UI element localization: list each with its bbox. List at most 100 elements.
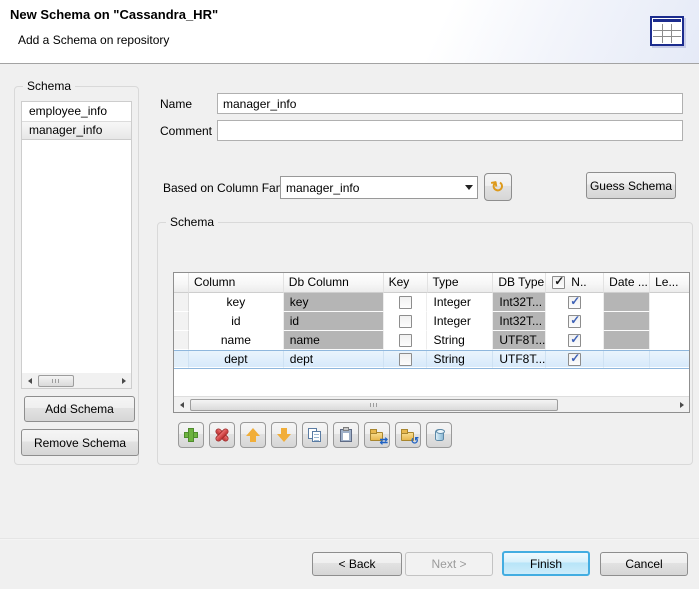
cell-date[interactable] <box>604 351 650 368</box>
table-hscrollbar[interactable] <box>174 396 689 412</box>
new-schema-wizard-dialog: New Schema on "Cassandra_HR" Add a Schem… <box>0 0 699 589</box>
name-label: Name <box>160 97 192 111</box>
key-checkbox[interactable] <box>399 296 412 309</box>
scroll-right-icon[interactable] <box>674 397 689 412</box>
retrieve-schema-button[interactable] <box>426 422 452 448</box>
export-schema-button[interactable]: ⇄ <box>364 422 390 448</box>
key-checkbox[interactable] <box>399 334 412 347</box>
cell-date[interactable] <box>604 293 650 312</box>
delete-row-button[interactable] <box>209 422 235 448</box>
comment-label: Comment <box>160 124 212 138</box>
cancel-button[interactable]: Cancel <box>600 552 688 576</box>
schema-listbox[interactable]: employee_info manager_info <box>21 101 132 389</box>
column-header-column[interactable]: Column <box>189 273 284 293</box>
remove-schema-button[interactable]: Remove Schema <box>21 429 139 456</box>
finish-button[interactable]: Finish <box>502 551 590 576</box>
cell-db-type[interactable]: UTF8T... <box>493 331 546 350</box>
cell-db-column[interactable]: id <box>284 312 384 331</box>
cell-length[interactable] <box>650 351 689 368</box>
column-header-length[interactable]: Le... <box>650 273 689 293</box>
schema-list-hscrollbar[interactable] <box>22 373 131 388</box>
scrollbar-thumb[interactable] <box>190 399 558 411</box>
cell-db-column[interactable]: key <box>284 293 384 312</box>
row-selector[interactable] <box>174 331 189 350</box>
nullable-checkbox[interactable] <box>568 315 581 328</box>
column-header-key[interactable]: Key <box>384 273 428 293</box>
cell-type[interactable]: String <box>427 331 493 350</box>
nullable-checkbox[interactable] <box>568 334 581 347</box>
key-checkbox[interactable] <box>399 315 412 328</box>
column-family-dropdown[interactable]: manager_info <box>280 176 478 199</box>
cell-db-type[interactable]: Int32T... <box>493 293 546 312</box>
schema-list-group-label: Schema <box>23 79 75 93</box>
cell-column[interactable]: id <box>189 312 284 331</box>
add-row-button[interactable] <box>178 422 204 448</box>
refresh-icon: ↻ <box>490 176 507 198</box>
move-down-icon <box>276 427 292 443</box>
scrollbar-thumb[interactable] <box>38 375 74 387</box>
guess-schema-button[interactable]: Guess Schema <box>586 172 676 199</box>
cell-key[interactable] <box>384 312 428 331</box>
nullable-checkbox[interactable] <box>568 296 581 309</box>
scroll-right-icon[interactable] <box>116 373 131 388</box>
scroll-left-icon[interactable] <box>22 373 37 388</box>
delete-row-icon <box>214 427 230 443</box>
copy-button[interactable] <box>302 422 328 448</box>
row-selector[interactable] <box>174 293 189 312</box>
table-row[interactable]: name name String UTF8T... <box>174 331 689 350</box>
cell-db-type[interactable]: UTF8T... <box>493 351 546 368</box>
cell-db-column[interactable]: name <box>284 331 384 350</box>
cell-db-column[interactable]: dept <box>284 351 384 368</box>
move-down-button[interactable] <box>271 422 297 448</box>
nullable-header-label: N.. <box>571 273 586 292</box>
column-header-nullable[interactable]: N.. <box>546 273 604 293</box>
cell-length[interactable] <box>650 331 689 350</box>
column-header-date[interactable]: Date ... <box>604 273 650 293</box>
row-selector[interactable] <box>174 351 189 368</box>
cell-nullable[interactable] <box>546 351 604 368</box>
column-header-type[interactable]: Type <box>428 273 494 293</box>
schema-editor-group-label: Schema <box>166 215 218 229</box>
chevron-down-icon[interactable] <box>460 177 477 198</box>
copy-icon <box>307 427 323 443</box>
cell-length[interactable] <box>650 312 689 331</box>
name-field[interactable] <box>217 93 683 114</box>
cell-type[interactable]: String <box>427 351 493 368</box>
schema-list-item-selected[interactable]: manager_info <box>22 121 131 140</box>
cell-column[interactable]: dept <box>189 351 284 368</box>
table-row-selected[interactable]: dept dept String UTF8T... <box>174 350 689 369</box>
column-header-db-type[interactable]: DB Type <box>493 273 546 293</box>
cell-column[interactable]: key <box>189 293 284 312</box>
paste-button[interactable] <box>333 422 359 448</box>
cell-key[interactable] <box>384 331 428 350</box>
schema-list-item[interactable]: employee_info <box>22 102 131 121</box>
cell-date[interactable] <box>604 312 650 331</box>
cell-db-type[interactable]: Int32T... <box>493 312 546 331</box>
back-button[interactable]: < Back <box>312 552 402 576</box>
scroll-left-icon[interactable] <box>174 397 189 412</box>
cell-column[interactable]: name <box>189 331 284 350</box>
row-selector-header[interactable] <box>174 273 189 293</box>
cell-date[interactable] <box>604 331 650 350</box>
cell-key[interactable] <box>384 293 428 312</box>
add-schema-button[interactable]: Add Schema <box>24 396 135 422</box>
key-checkbox[interactable] <box>399 353 412 366</box>
cell-nullable[interactable] <box>546 312 604 331</box>
cell-length[interactable] <box>650 293 689 312</box>
select-all-checkbox[interactable] <box>552 276 565 289</box>
import-schema-button[interactable]: ↺ <box>395 422 421 448</box>
table-row[interactable]: id id Integer Int32T... <box>174 312 689 331</box>
cell-nullable[interactable] <box>546 331 604 350</box>
comment-field[interactable] <box>217 120 683 141</box>
cell-type[interactable]: Integer <box>427 312 493 331</box>
cell-type[interactable]: Integer <box>427 293 493 312</box>
column-header-db-column[interactable]: Db Column <box>284 273 384 293</box>
nullable-checkbox[interactable] <box>568 353 581 366</box>
schema-table[interactable]: Column Db Column Key Type DB Type N.. Da… <box>173 272 690 413</box>
row-selector[interactable] <box>174 312 189 331</box>
move-up-button[interactable] <box>240 422 266 448</box>
cell-key[interactable] <box>384 351 428 368</box>
refresh-column-families-button[interactable]: ↻ <box>484 173 512 201</box>
table-row[interactable]: key key Integer Int32T... <box>174 293 689 312</box>
cell-nullable[interactable] <box>546 293 604 312</box>
